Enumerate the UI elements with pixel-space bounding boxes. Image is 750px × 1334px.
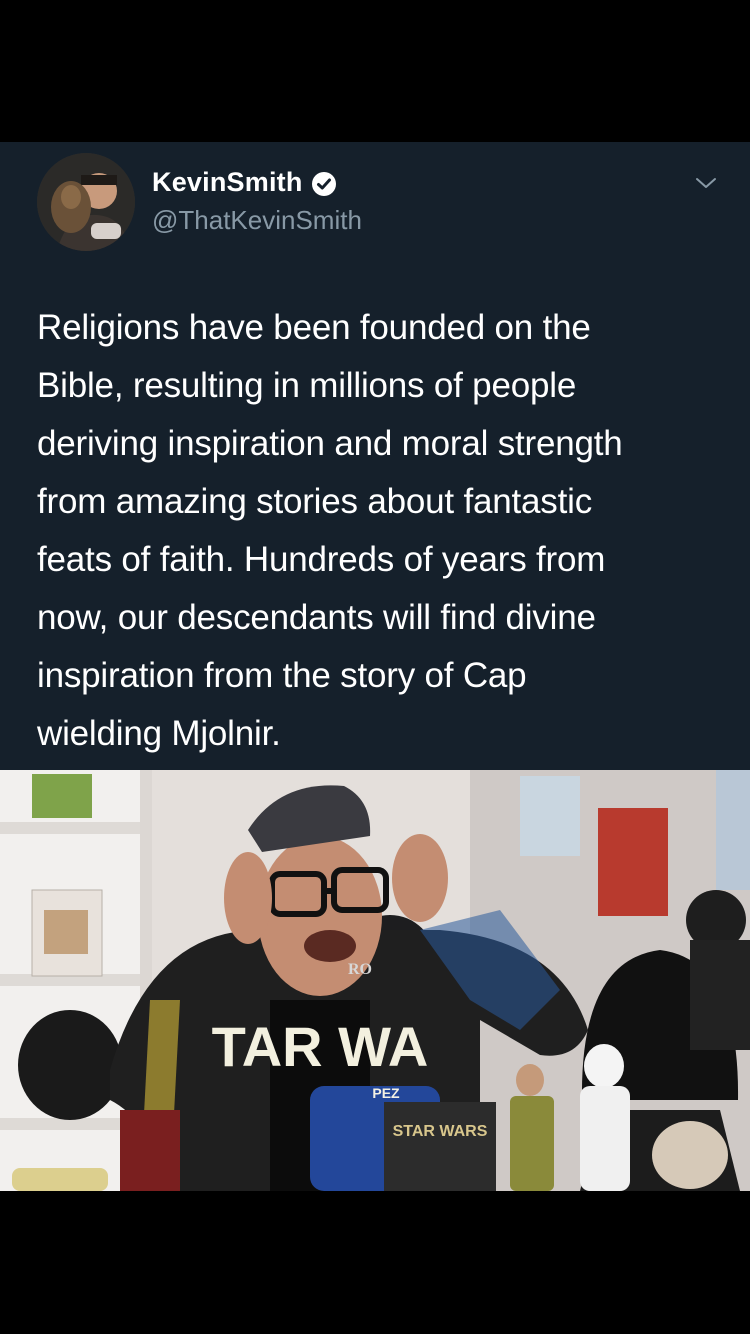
top-black-bar: [0, 0, 750, 142]
mug-print: PEZ: [372, 1085, 400, 1101]
tweet-media-image[interactable]: TAR WA STAR WARS PEZ RO: [0, 770, 750, 1191]
bottom-black-bar: [0, 1191, 750, 1334]
box-print: STAR WARS: [393, 1123, 488, 1140]
chevron-down-icon[interactable]: [694, 175, 718, 191]
mic-print: RO: [348, 961, 372, 978]
shirt-print: TAR WA: [212, 1015, 429, 1078]
display-name[interactable]: KevinSmith: [152, 167, 303, 198]
verified-badge-icon: [312, 172, 336, 196]
media-photo: TAR WA STAR WARS PEZ RO: [0, 770, 750, 1191]
tweet-card[interactable]: KevinSmith @ThatKevinSmith Religions hav…: [0, 142, 750, 770]
avatar[interactable]: [37, 153, 135, 251]
avatar-image: [37, 153, 135, 251]
tweet-text: Religions have been founded on the Bible…: [37, 308, 623, 753]
user-handle[interactable]: @ThatKevinSmith: [152, 205, 362, 236]
